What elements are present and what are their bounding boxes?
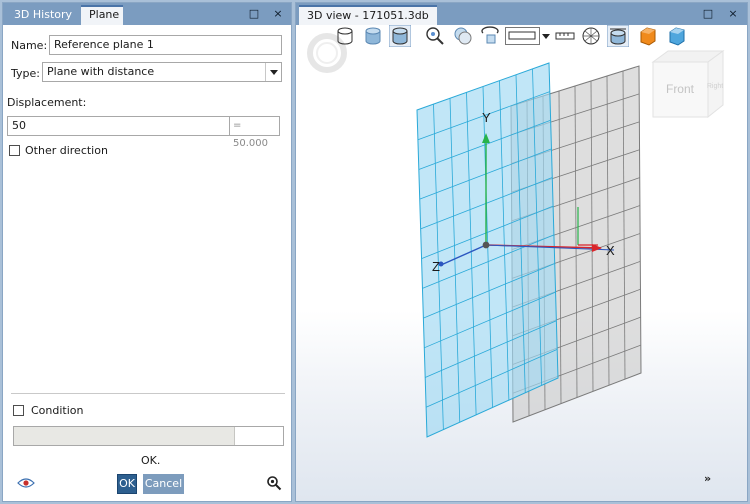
layers-icon[interactable] (452, 25, 474, 47)
type-select[interactable]: Plane with distance (42, 62, 282, 82)
scene-svg[interactable]: Front Right Y X Z (296, 25, 747, 501)
tab-plane[interactable]: Plane (81, 5, 123, 25)
ruler-icon[interactable] (554, 25, 576, 47)
restore-icon[interactable]: □ (701, 7, 715, 21)
cancel-button[interactable]: Cancel (143, 474, 184, 494)
displacement-label: Displacement: (7, 96, 87, 109)
zoom-fit-icon[interactable] (424, 25, 446, 47)
blue-cube-icon[interactable] (666, 25, 688, 47)
chevron-down-icon[interactable] (265, 63, 281, 81)
y-axis-label: Y (482, 110, 491, 125)
plane-dialog-panel: 3D History Plane □ × Name: Reference pla… (2, 2, 292, 502)
z-axis-label: Z (432, 259, 440, 274)
other-direction-checkbox[interactable] (9, 145, 20, 156)
restore-icon[interactable]: □ (247, 7, 261, 21)
type-select-value: Plane with distance (47, 65, 155, 78)
close-icon[interactable]: × (271, 7, 285, 21)
progress-bar (13, 426, 284, 446)
name-field[interactable]: Reference plane 1 (49, 35, 282, 55)
eye-icon[interactable] (17, 477, 35, 489)
cylinder-selected-icon[interactable] (389, 25, 411, 47)
panel-tabbar: 3D History Plane □ × (3, 3, 291, 25)
section-icon[interactable] (607, 25, 629, 47)
progress-fill (14, 427, 235, 445)
close-icon[interactable]: × (726, 7, 740, 21)
status-text: OK. (141, 454, 161, 467)
ok-button[interactable]: OK (117, 474, 137, 494)
rotate-icon[interactable] (479, 25, 501, 47)
displacement-computed-value: = 50.000 (230, 116, 280, 149)
view-cube[interactable]: Front Right (651, 50, 725, 119)
cylinder-shaded-icon[interactable] (362, 25, 384, 47)
cylinder-outline-icon[interactable] (334, 25, 356, 47)
origin-point (482, 241, 490, 249)
name-label: Name: (11, 39, 48, 52)
divider (11, 393, 285, 394)
displacement-field[interactable]: 50 (7, 116, 230, 136)
tab-3d-view[interactable]: 3D view - 171051.3db (299, 5, 437, 25)
dimension-dropdown-icon[interactable] (505, 25, 551, 47)
view-cube-right-label[interactable]: Right (707, 83, 723, 90)
mesh-sphere-icon[interactable] (580, 25, 602, 47)
more-tools-button[interactable]: » (704, 472, 711, 485)
3d-view-panel: 3D view - 171051.3db □ × Front Right Y X… (295, 2, 748, 502)
zoom-icon[interactable] (266, 475, 282, 491)
condition-label: Condition (31, 404, 84, 417)
type-label: Type: (11, 67, 40, 80)
3d-viewport[interactable]: Front Right Y X Z » (296, 25, 747, 501)
other-direction-label: Other direction (25, 144, 108, 157)
tab-3d-history[interactable]: 3D History (5, 5, 81, 25)
orange-cube-icon[interactable] (637, 25, 659, 47)
view-cube-front-label[interactable]: Front (666, 82, 695, 96)
view-tabbar: 3D view - 171051.3db □ × (296, 3, 747, 25)
x-axis-label: X (606, 243, 615, 258)
condition-checkbox[interactable] (13, 405, 24, 416)
